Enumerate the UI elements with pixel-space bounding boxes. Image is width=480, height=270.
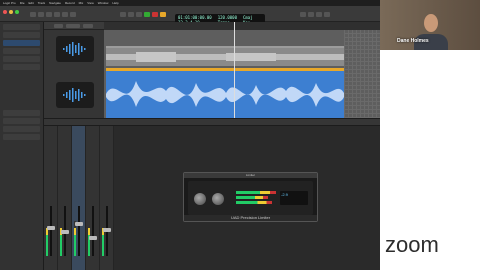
screen: Logic Pro File Edit Track Navigate Record Mix V… bbox=[0, 0, 480, 270]
track-1-header[interactable] bbox=[56, 36, 94, 62]
minimize-window-button[interactable] bbox=[9, 10, 13, 14]
reduction-meter bbox=[236, 201, 272, 204]
tracks-area[interactable] bbox=[104, 30, 380, 118]
track-headers bbox=[44, 30, 104, 118]
empty-grid bbox=[344, 30, 380, 118]
mixer-toolbar bbox=[44, 118, 380, 126]
audio-region-2[interactable] bbox=[106, 68, 344, 118]
view-menu-button[interactable] bbox=[83, 24, 93, 28]
edit-menu-button[interactable] bbox=[54, 24, 63, 28]
channel-strip[interactable] bbox=[86, 126, 100, 270]
plugin-panel: -2.9 bbox=[188, 181, 313, 215]
region-2-waveform bbox=[106, 81, 344, 107]
region-1-waveform bbox=[106, 52, 344, 62]
rewind-button[interactable] bbox=[120, 12, 126, 17]
cycle-button[interactable] bbox=[160, 12, 166, 17]
waveform-icon bbox=[63, 42, 86, 56]
logic-pro-window: Logic Pro File Edit Track Navigate Record Mix V… bbox=[0, 0, 380, 270]
functions-menu-button[interactable] bbox=[66, 24, 80, 28]
smart-controls-button[interactable] bbox=[54, 12, 60, 17]
stop-button[interactable] bbox=[136, 12, 142, 17]
record-button[interactable] bbox=[152, 12, 158, 17]
playhead[interactable] bbox=[234, 22, 235, 118]
channel-strip[interactable] bbox=[58, 126, 72, 270]
toolbar-button[interactable] bbox=[46, 12, 52, 17]
browser-button[interactable] bbox=[324, 12, 330, 17]
gain-reduction-readout: -2.9 bbox=[280, 191, 308, 205]
inspector-button[interactable] bbox=[38, 12, 44, 17]
gain-knob[interactable] bbox=[212, 193, 224, 205]
mixer-button[interactable] bbox=[62, 12, 68, 17]
output-meter bbox=[236, 196, 268, 199]
plugin-window[interactable]: Limiter -2.9 UAD Precision Limiter bbox=[183, 172, 318, 222]
list-editors-button[interactable] bbox=[300, 12, 306, 17]
ceiling-knob[interactable] bbox=[194, 193, 206, 205]
library-button[interactable] bbox=[30, 12, 36, 17]
channel-strip[interactable] bbox=[100, 126, 114, 270]
zoom-logo: zoom bbox=[385, 232, 439, 257]
plugin-name: UAD Precision Limiter bbox=[184, 215, 317, 221]
waveform-icon bbox=[63, 88, 86, 102]
editors-button[interactable] bbox=[70, 12, 76, 17]
close-window-button[interactable] bbox=[3, 10, 7, 14]
channel-strip[interactable] bbox=[44, 126, 58, 270]
notepad-button[interactable] bbox=[308, 12, 314, 17]
loop-browser-button[interactable] bbox=[316, 12, 322, 17]
inspector-panel bbox=[0, 22, 44, 270]
channel-strip[interactable] bbox=[72, 126, 86, 270]
audio-region-1[interactable] bbox=[106, 46, 344, 66]
input-meter bbox=[236, 191, 276, 194]
forward-button[interactable] bbox=[128, 12, 134, 17]
plugin-window-title: Limiter bbox=[184, 173, 317, 178]
toolbar: 01:01:00:00.00 32 3 4 10 120.0000 Tempo … bbox=[0, 6, 380, 26]
zoom-window-button[interactable] bbox=[15, 10, 19, 14]
participant-video: Dane Holmes bbox=[380, 0, 480, 50]
participant-name: Dane Holmes bbox=[397, 38, 429, 44]
play-button[interactable] bbox=[144, 12, 150, 17]
timeline-ruler[interactable] bbox=[104, 22, 380, 30]
participant-face bbox=[424, 14, 438, 32]
track-2-header[interactable] bbox=[56, 82, 94, 108]
